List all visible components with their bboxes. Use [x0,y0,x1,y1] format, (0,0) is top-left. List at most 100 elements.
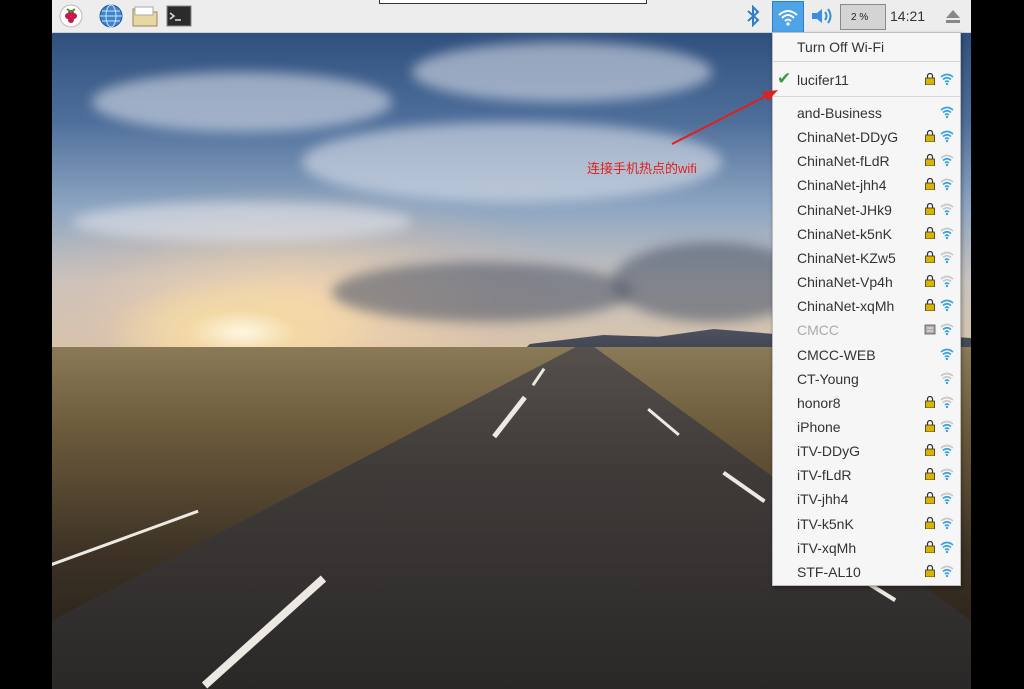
wifi-signal-icon [940,372,954,385]
wifi-signal-icon [940,227,954,240]
lock-icon [925,130,935,142]
network-item[interactable]: iTV-xqMh [773,536,960,560]
wifi-signal-icon [940,299,954,312]
connected-check-icon: ✔ [777,69,792,88]
network-item[interactable]: CT-Young [773,367,960,391]
network-item-connected[interactable]: ✔ lucifer11 [773,68,960,92]
network-item[interactable]: iTV-fLdR [773,463,960,487]
wifi-signal-icon [940,492,954,505]
lock-icon [925,517,935,529]
network-item[interactable]: ChinaNet-k5nK [773,222,960,246]
lock-icon [925,299,935,311]
wifi-signal-icon [940,251,954,264]
network-item[interactable]: honor8 [773,391,960,415]
network-name: CMCC-WEB [797,347,876,363]
web-browser-icon[interactable] [98,3,124,29]
network-name: iTV-fLdR [797,467,852,483]
eject-icon[interactable] [940,3,966,29]
cpu-usage-text: 2 % [851,11,869,23]
network-name: iTV-xqMh [797,540,857,556]
network-name: iTV-k5nK [797,516,854,532]
network-name: ChinaNet-KZw5 [797,250,896,266]
annotation-text: 连接手机热点的wifi [587,161,697,176]
lock-icon [925,275,935,287]
network-item[interactable]: ChinaNet-jhh4 [773,173,960,197]
lock-icon [925,492,935,504]
turn-off-wifi-label: Turn Off Wi-Fi [797,39,885,55]
wallpaper-cloud [412,42,712,102]
wifi-signal-icon [940,541,954,554]
network-name: and-Business [797,105,882,121]
wifi-signal-icon [940,444,954,457]
network-item[interactable]: CMCC-WEB [773,343,960,367]
lock-icon [925,154,935,166]
wallpaper-cloud [332,262,632,322]
wifi-signal-icon [940,178,954,191]
wifi-signal-icon [940,565,954,578]
network-name: STF-AL10 [797,564,861,580]
wifi-signal-icon [940,468,954,481]
wifi-signal-icon [940,396,954,409]
turn-off-wifi-item[interactable]: Turn Off Wi-Fi [773,35,960,59]
terminal-icon[interactable] [166,3,192,29]
network-item[interactable]: ChinaNet-KZw5 [773,246,960,270]
wifi-network-menu: Turn Off Wi-Fi ✔ lucifer11 and-Business C… [772,32,961,586]
network-item[interactable]: iPhone [773,415,960,439]
window-edge [379,0,647,4]
network-name: lucifer11 [797,72,849,88]
wifi-signal-icon [940,106,954,119]
enterprise-security-icon [924,324,936,335]
network-item: CMCC [773,318,960,342]
network-item[interactable]: iTV-jhh4 [773,487,960,511]
lock-icon [925,73,935,85]
network-item[interactable]: iTV-DDyG [773,439,960,463]
lock-icon [925,444,935,456]
network-item[interactable]: STF-AL10 [773,560,960,584]
raspberry-menu-icon[interactable] [58,3,84,29]
menu-separator [773,61,960,62]
wallpaper-cloud [92,72,392,132]
network-name: CT-Young [797,371,859,387]
wifi-signal-icon [940,73,954,86]
network-name: ChinaNet-DDyG [797,129,899,145]
lock-icon [925,541,935,553]
wifi-signal-icon [940,323,954,336]
network-name: CMCC [797,322,839,338]
network-name: iTV-jhh4 [797,491,849,507]
menu-separator [773,96,960,97]
network-item[interactable]: ChinaNet-xqMh [773,294,960,318]
network-name: ChinaNet-jhh4 [797,177,887,193]
network-name: ChinaNet-JHk9 [797,202,892,218]
wifi-signal-icon [940,348,954,361]
lock-icon [925,468,935,480]
network-name: ChinaNet-xqMh [797,298,895,314]
wifi-signal-icon [940,130,954,143]
volume-icon[interactable] [809,3,835,29]
cpu-monitor-icon[interactable]: 2 % [840,4,886,30]
network-item[interactable]: iTV-k5nK [773,512,960,536]
network-item[interactable]: and-Business [773,101,960,125]
file-manager-icon[interactable] [132,3,158,29]
wifi-signal-icon [940,154,954,167]
bluetooth-icon[interactable] [740,3,766,29]
network-name: ChinaNet-k5nK [797,226,892,242]
network-item[interactable]: ChinaNet-JHk9 [773,198,960,222]
network-name: ChinaNet-Vp4h [797,274,893,290]
network-item[interactable]: ChinaNet-Vp4h [773,270,960,294]
wallpaper-cloud [72,202,412,242]
network-name: iPhone [797,419,841,435]
taskbar: 2 % 14:21 [52,0,971,33]
network-item[interactable]: ChinaNet-DDyG [773,125,960,149]
network-item[interactable]: ChinaNet-fLdR [773,149,960,173]
lock-icon [925,227,935,239]
wifi-signal-icon [940,517,954,530]
wifi-icon[interactable] [772,1,804,33]
clock[interactable]: 14:21 [890,8,925,24]
lock-icon [925,396,935,408]
lock-icon [925,251,935,263]
lock-icon [925,420,935,432]
wifi-signal-icon [940,420,954,433]
lock-icon [925,565,935,577]
wifi-signal-icon [940,203,954,216]
wifi-signal-icon [940,275,954,288]
